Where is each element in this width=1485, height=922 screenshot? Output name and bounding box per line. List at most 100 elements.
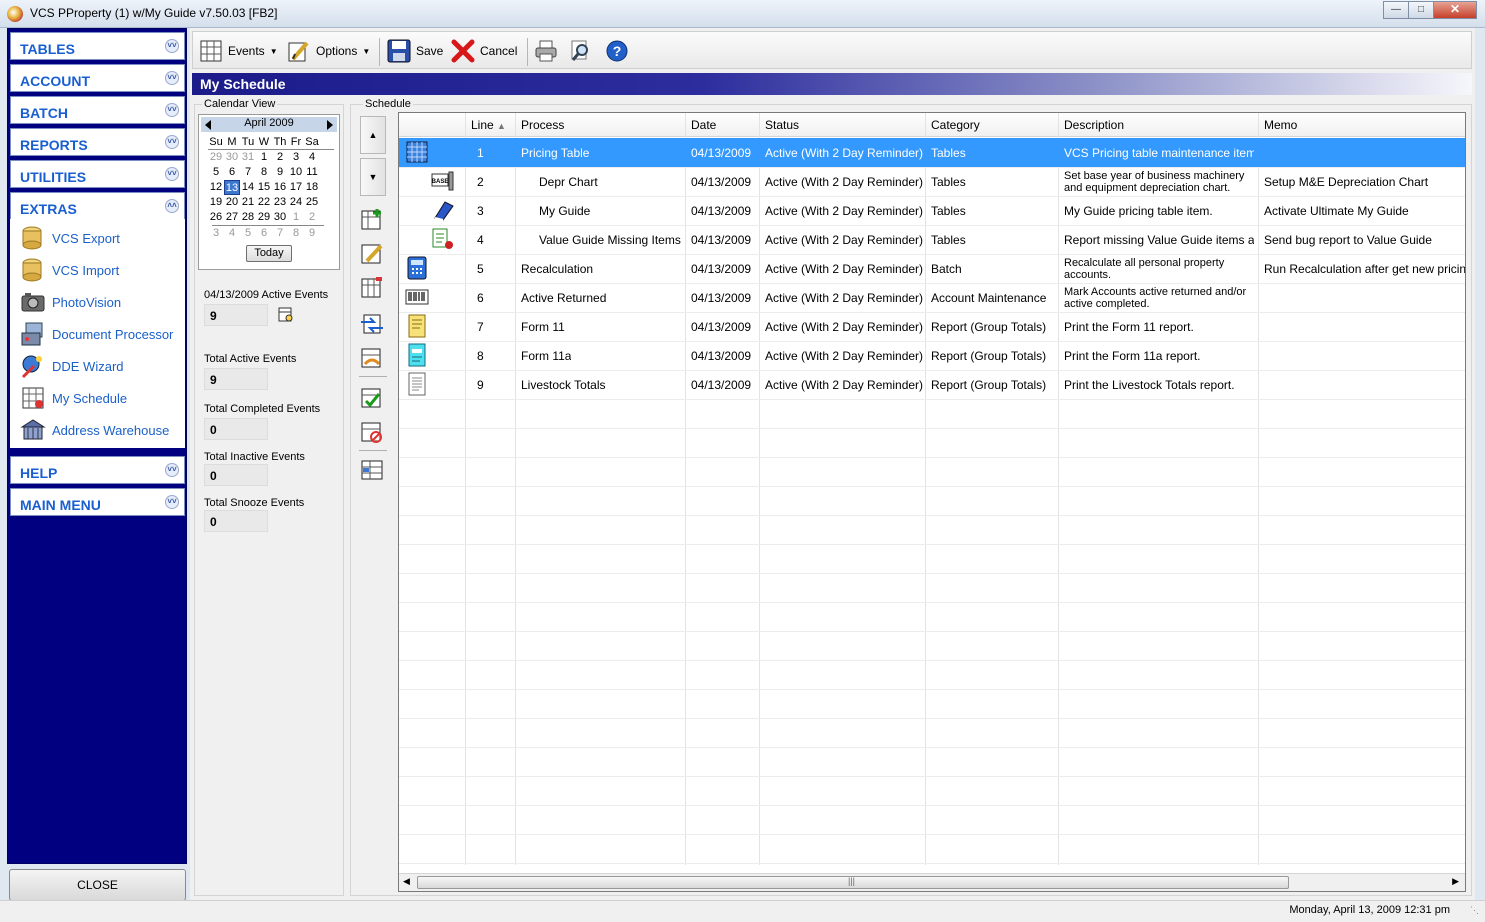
- calendar-day[interactable]: 27: [224, 210, 240, 225]
- sidebar-section-extras[interactable]: EXTRAS ˄˄: [10, 192, 185, 220]
- refresh-event-button[interactable]: [360, 312, 384, 336]
- complete-event-button[interactable]: [360, 386, 384, 410]
- calendar-day[interactable]: 1: [288, 210, 304, 225]
- calendar-day[interactable]: 21: [240, 195, 256, 210]
- column-header-status[interactable]: Status: [765, 118, 799, 132]
- table-row[interactable]: BASE 2 Depr Chart 04/13/2009 Active (With 2 …: [399, 167, 1465, 196]
- next-month-icon[interactable]: [327, 120, 333, 130]
- extras-item-dde-wizard[interactable]: DDE Wizard: [20, 353, 185, 379]
- calendar-day[interactable]: 4: [224, 226, 240, 241]
- calendar-day[interactable]: 15: [256, 180, 272, 195]
- scroll-right-icon[interactable]: ▶: [1452, 876, 1459, 887]
- print-button[interactable]: [534, 38, 563, 64]
- column-header-process[interactable]: Process: [521, 118, 564, 132]
- calendar-day[interactable]: 2: [272, 150, 288, 165]
- extras-item-vcs-import[interactable]: VCS Import: [20, 257, 185, 283]
- table-row[interactable]: 1 Pricing Table 04/13/2009 Active (With 2 D…: [399, 138, 1465, 167]
- calendar-day[interactable]: 18: [304, 180, 320, 195]
- horizontal-scrollbar[interactable]: ◀ ||| ▶: [399, 873, 1465, 891]
- calendar-day[interactable]: 11: [304, 165, 320, 180]
- move-down-button[interactable]: ▼: [360, 158, 386, 196]
- extras-item-photovision[interactable]: PhotoVision: [20, 289, 185, 315]
- calendar-day[interactable]: 6: [256, 226, 272, 241]
- sidebar-section-tables[interactable]: TABLES ˅˅: [10, 32, 185, 60]
- chevron-down-icon[interactable]: ˅˅: [165, 495, 179, 509]
- table-row[interactable]: 6 Active Returned 04/13/2009 Active (With 2…: [399, 283, 1465, 312]
- column-header-date[interactable]: Date: [691, 118, 716, 132]
- options-menu-button[interactable]: Options ▼: [287, 38, 370, 64]
- sidebar-section-main-menu[interactable]: MAIN MENU ˅˅: [10, 488, 185, 516]
- calendar-day[interactable]: 8: [256, 165, 272, 180]
- calendar-day[interactable]: 30: [224, 150, 240, 165]
- inactivate-event-button[interactable]: [360, 420, 384, 444]
- calendar-day[interactable]: 17: [288, 180, 304, 195]
- delete-event-button[interactable]: [360, 276, 384, 300]
- calendar-day[interactable]: 7: [272, 226, 288, 241]
- edit-event-button[interactable]: [360, 242, 384, 266]
- extras-item-vcs-export[interactable]: VCS Export: [20, 225, 185, 251]
- calendar-day[interactable]: 7: [240, 165, 256, 180]
- help-button[interactable]: ?: [605, 38, 634, 64]
- chevron-down-icon[interactable]: ˅˅: [165, 71, 179, 85]
- move-up-button[interactable]: ▲: [360, 116, 386, 154]
- calendar-day[interactable]: 28: [240, 210, 256, 225]
- scroll-thumb[interactable]: |||: [417, 876, 1289, 889]
- maximize-button[interactable]: □: [1408, 1, 1434, 19]
- sidebar-section-batch[interactable]: BATCH ˅˅: [10, 96, 185, 124]
- snooze-event-button[interactable]: [360, 346, 384, 370]
- prev-month-icon[interactable]: [205, 120, 211, 130]
- chevron-up-icon[interactable]: ˄˄: [165, 199, 179, 213]
- column-header-description[interactable]: Description: [1064, 118, 1124, 132]
- extras-item-document-processor[interactable]: Document Processor: [20, 321, 185, 347]
- calendar-day[interactable]: 22: [256, 195, 272, 210]
- table-row[interactable]: 9 Livestock Totals 04/13/2009 Active (With …: [399, 370, 1465, 399]
- calendar-day[interactable]: 5: [240, 226, 256, 241]
- today-button[interactable]: Today: [246, 245, 292, 262]
- calendar-day[interactable]: 19: [208, 195, 224, 210]
- calendar-day[interactable]: 6: [224, 165, 240, 180]
- add-event-button[interactable]: [360, 208, 384, 232]
- calendar-day[interactable]: 1: [256, 150, 272, 165]
- table-row[interactable]: 3 My Guide 04/13/2009 Active (With 2 Day Re…: [399, 196, 1465, 225]
- calendar-day[interactable]: 3: [208, 226, 224, 241]
- calendar-day[interactable]: 5: [208, 165, 224, 180]
- extras-item-address-warehouse[interactable]: Address Warehouse: [20, 417, 185, 443]
- chevron-down-icon[interactable]: ˅˅: [165, 135, 179, 149]
- calendar-day[interactable]: 30: [272, 210, 288, 225]
- print-preview-button[interactable]: [569, 38, 598, 64]
- calendar-day[interactable]: 10: [288, 165, 304, 180]
- table-row[interactable]: 5 Recalculation 04/13/2009 Active (With 2 D…: [399, 254, 1465, 283]
- calendar-day[interactable]: 29: [208, 150, 224, 165]
- calendar-day[interactable]: 9: [304, 226, 320, 241]
- column-header-memo[interactable]: Memo: [1264, 118, 1297, 132]
- close-window-button[interactable]: ✕: [1433, 1, 1477, 19]
- calendar-day[interactable]: 16: [272, 180, 288, 195]
- minimize-button[interactable]: —: [1383, 1, 1409, 19]
- calendar-day[interactable]: 4: [304, 150, 320, 165]
- extras-item-my-schedule[interactable]: My Schedule: [20, 385, 185, 411]
- calendar-day[interactable]: 25: [304, 195, 320, 210]
- calendar-day[interactable]: 20: [224, 195, 240, 210]
- scroll-left-icon[interactable]: ◀: [403, 876, 410, 887]
- calendar-day[interactable]: 31: [240, 150, 256, 165]
- column-header-line[interactable]: Line ▲: [471, 118, 506, 132]
- calendar-day[interactable]: 14: [240, 180, 256, 195]
- cancel-button[interactable]: Cancel: [451, 38, 517, 64]
- sidebar-section-reports[interactable]: REPORTS ˅˅: [10, 128, 185, 156]
- calendar-day[interactable]: 13: [224, 180, 240, 195]
- table-row[interactable]: 8 Form 11a 04/13/2009 Active (With 2 Day Re…: [399, 341, 1465, 370]
- calendar-day[interactable]: 23: [272, 195, 288, 210]
- chevron-down-icon[interactable]: ˅˅: [165, 103, 179, 117]
- calendar-day[interactable]: 12: [208, 180, 224, 195]
- calendar-day[interactable]: 8: [288, 226, 304, 241]
- chevron-down-icon[interactable]: ˅˅: [165, 39, 179, 53]
- chevron-down-icon[interactable]: ˅˅: [165, 167, 179, 181]
- sidebar-section-utilities[interactable]: UTILITIES ˅˅: [10, 160, 185, 188]
- calendar-day[interactable]: 24: [288, 195, 304, 210]
- calendar-day[interactable]: 26: [208, 210, 224, 225]
- calendar-day[interactable]: 9: [272, 165, 288, 180]
- sidebar-section-account[interactable]: ACCOUNT ˅˅: [10, 64, 185, 92]
- save-button[interactable]: Save: [387, 38, 443, 64]
- resize-grip-icon[interactable]: ⋱: [1470, 905, 1479, 916]
- calendar-search-icon[interactable]: [277, 306, 295, 324]
